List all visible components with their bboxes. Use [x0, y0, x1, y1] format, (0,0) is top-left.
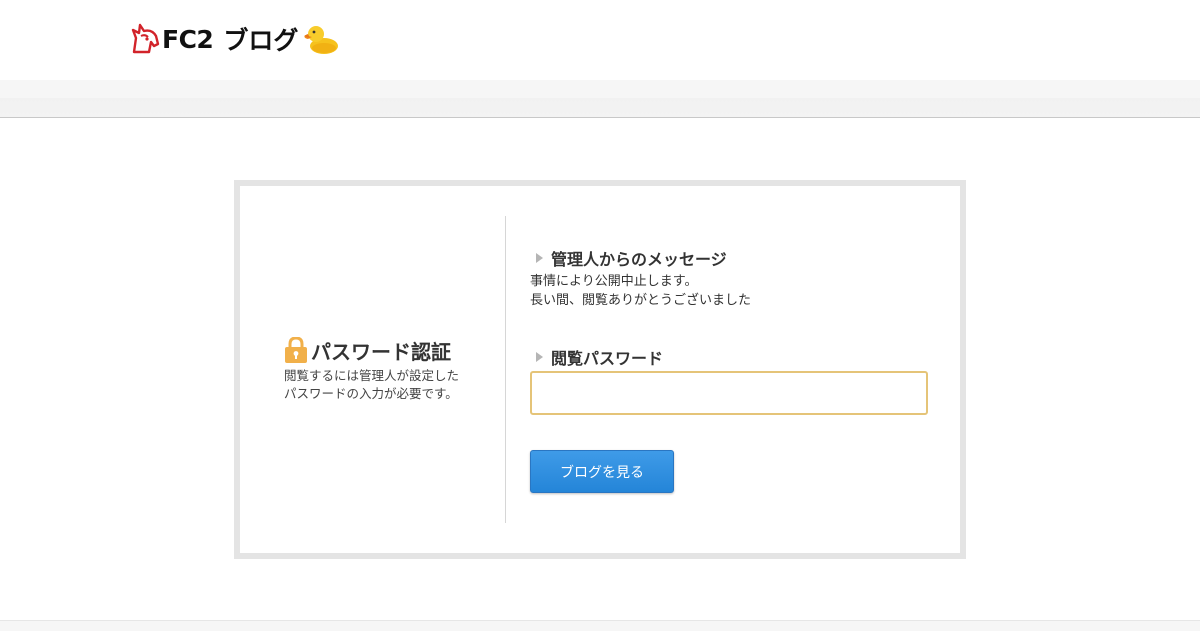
footer-bar [0, 620, 1200, 631]
fc2-blog-logo[interactable]: FC2 ブログ [130, 18, 340, 60]
lock-icon [285, 337, 307, 363]
logo-brand-text: FC2 [162, 24, 214, 54]
auth-title: パスワード認証 [311, 339, 451, 364]
message-heading: 管理人からのメッセージ [530, 246, 727, 270]
password-auth-card: パスワード認証 閲覧するには管理人が設定した パスワードの入力が必要です。 管理… [234, 180, 966, 559]
auth-info: パスワード認証 閲覧するには管理人が設定した パスワードの入力が必要です。 [284, 336, 494, 403]
auth-desc-line: 閲覧するには管理人が設定した [284, 368, 460, 383]
vertical-divider [505, 216, 506, 523]
site-header: FC2 ブログ [0, 0, 1200, 80]
auth-description: 閲覧するには管理人が設定した パスワードの入力が必要です。 [284, 367, 494, 403]
admin-message: 事情により公開中止します。 長い間、閲覧ありがとうございました [530, 272, 751, 310]
triangle-bullet-icon [536, 253, 543, 263]
logo-service-text: ブログ [223, 26, 299, 55]
fc2-unicorn-mark-icon [131, 23, 160, 54]
admin-message-line: 長い間、閲覧ありがとうございました [530, 293, 752, 308]
auth-desc-line: パスワードの入力が必要です。 [284, 386, 458, 401]
view-blog-button[interactable]: ブログを見る [530, 450, 674, 493]
message-heading-text: 管理人からのメッセージ [551, 250, 727, 269]
password-auth-panel: パスワード認証 閲覧するには管理人が設定した パスワードの入力が必要です。 管理… [240, 186, 960, 553]
duck-icon [304, 26, 339, 54]
password-heading: 閲覧パスワード [530, 345, 663, 369]
triangle-bullet-icon [536, 352, 543, 362]
password-input[interactable] [530, 371, 928, 415]
auth-title-row: パスワード認証 [284, 336, 494, 364]
password-heading-text: 閲覧パスワード [551, 349, 664, 368]
global-nav-bar [0, 80, 1200, 118]
admin-message-line: 事情により公開中止します。 [530, 274, 698, 289]
